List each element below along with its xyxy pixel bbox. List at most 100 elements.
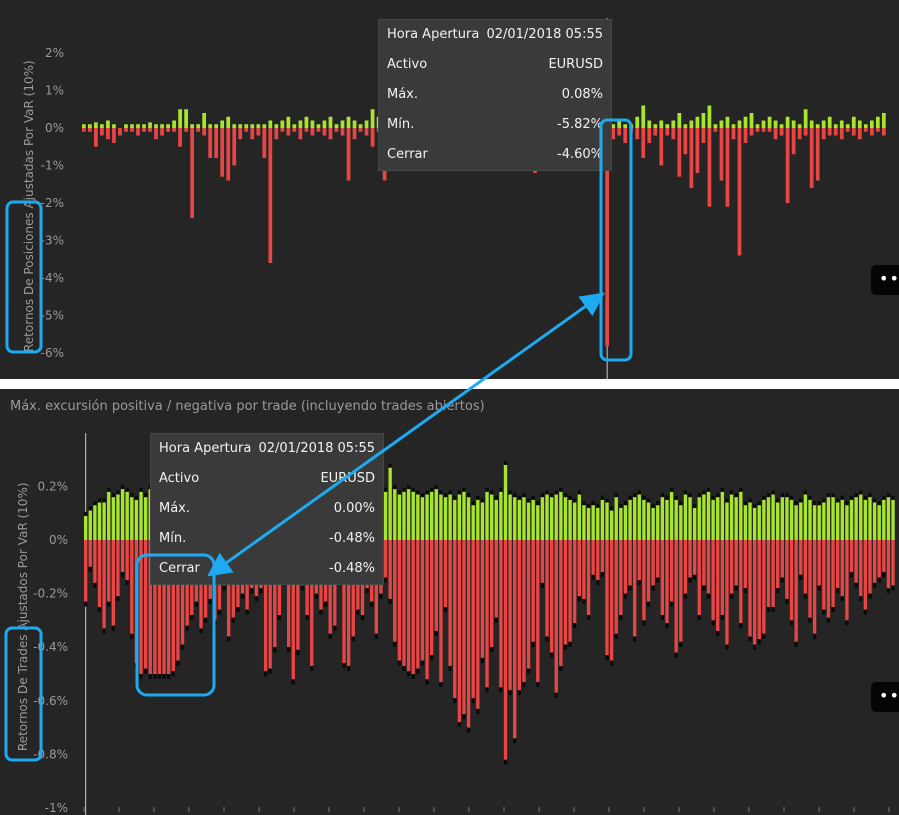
negative-bar (646, 540, 651, 602)
bar-cap (679, 501, 683, 506)
negative-bar (857, 128, 862, 140)
positive-bar (591, 505, 595, 540)
bar-cap (499, 487, 503, 492)
bar-cap (776, 588, 780, 594)
bar-cap (808, 495, 812, 500)
bottom-chart-panel: 0.2% 0% -0.2% -0.4% -0.6% -0.8% -1% Máx. excur… (0, 389, 899, 815)
positive-bar (803, 109, 808, 128)
negative-bar (734, 540, 738, 586)
bar-cap (563, 493, 568, 498)
tooltip-row: Máx. 0.08% (379, 80, 611, 110)
negative-bar (797, 128, 802, 140)
bar-cap (582, 598, 586, 604)
tooltip-label: Cerrar (159, 561, 200, 576)
bar-cap (720, 615, 725, 621)
more-options-button[interactable]: ••• (871, 682, 899, 712)
negative-bar (124, 128, 128, 132)
positive-bar (142, 124, 146, 128)
negative-bar (420, 540, 425, 661)
positive-bar (250, 124, 255, 128)
positive-bar (665, 124, 670, 128)
positive-bar (863, 124, 868, 128)
positive-bar (706, 491, 711, 540)
negative-bar (617, 128, 622, 136)
positive-bar (854, 497, 858, 540)
bar-cap (836, 588, 840, 594)
negative-bar (845, 540, 849, 621)
positive-bar (536, 505, 540, 540)
bar-cap (697, 493, 701, 498)
bar-cap (453, 495, 457, 500)
bar-cap (549, 652, 554, 658)
negative-bar (573, 540, 577, 624)
bar-cap (448, 490, 452, 495)
bar-cap (591, 501, 595, 506)
negative-bar (683, 540, 688, 594)
positive-bar (476, 499, 480, 540)
negative-bar (716, 540, 720, 632)
positive-bar (402, 491, 406, 540)
more-options-button[interactable]: ••• (871, 265, 899, 295)
positive-bar (716, 497, 720, 540)
tooltip-value: 02/01/2018 05:55 (258, 441, 375, 456)
positive-bar (725, 502, 729, 540)
positive-bar (416, 494, 420, 540)
negative-bar (397, 540, 402, 661)
positive-bar (713, 124, 718, 128)
y-tick-label: -6% (41, 346, 64, 360)
positive-bar (683, 494, 688, 540)
positive-bar (695, 116, 700, 128)
positive-bar (568, 499, 572, 540)
bar-cap (808, 617, 812, 623)
bar-cap (863, 495, 868, 500)
tooltip-value: -0.48% (329, 561, 375, 576)
negative-bar (803, 128, 808, 136)
bar-cap (84, 601, 88, 607)
bar-cap (508, 690, 512, 696)
bar-cap (563, 644, 568, 650)
positive-bar (701, 113, 706, 128)
positive-bar (471, 505, 475, 540)
negative-bar (785, 540, 789, 599)
bar-cap (729, 593, 734, 599)
bar-cap (812, 501, 817, 506)
negative-bar (411, 540, 415, 674)
bar-cap (116, 596, 120, 602)
negative-bar (503, 540, 508, 760)
negative-bar (107, 540, 111, 602)
negative-bar (656, 540, 660, 578)
positive-bar (388, 467, 392, 540)
negative-bar (93, 540, 97, 583)
positive-bar (839, 120, 844, 128)
bar-cap (513, 493, 517, 498)
bar-cap (351, 636, 355, 642)
negative-bar (749, 128, 754, 136)
bar-cap (333, 625, 337, 631)
tooltip-value: 02/01/2018 05:55 (486, 27, 603, 42)
bar-cap (291, 679, 295, 685)
positive-bar (868, 497, 872, 540)
negative-bar (280, 128, 285, 132)
negative-bar (665, 540, 669, 624)
positive-bar (711, 499, 715, 540)
bar-cap (388, 463, 392, 468)
positive-bar (107, 491, 111, 540)
bar-cap (711, 620, 715, 626)
bar-cap (651, 585, 655, 591)
negative-bar (522, 540, 526, 683)
bar-cap (116, 490, 120, 495)
tooltip-label: Activo (387, 57, 428, 72)
negative-bar (679, 540, 683, 642)
bar-cap (748, 498, 752, 503)
tooltip-value: -5.82% (557, 117, 603, 132)
positive-bar (877, 505, 881, 540)
negative-bar (737, 128, 742, 256)
bar-cap (637, 580, 641, 586)
positive-bar (328, 116, 333, 128)
bar-cap (296, 649, 300, 655)
positive-bar (822, 502, 826, 540)
positive-bar (178, 109, 182, 128)
negative-bar (268, 128, 273, 263)
positive-bar (411, 491, 415, 540)
bar-cap (457, 722, 462, 728)
